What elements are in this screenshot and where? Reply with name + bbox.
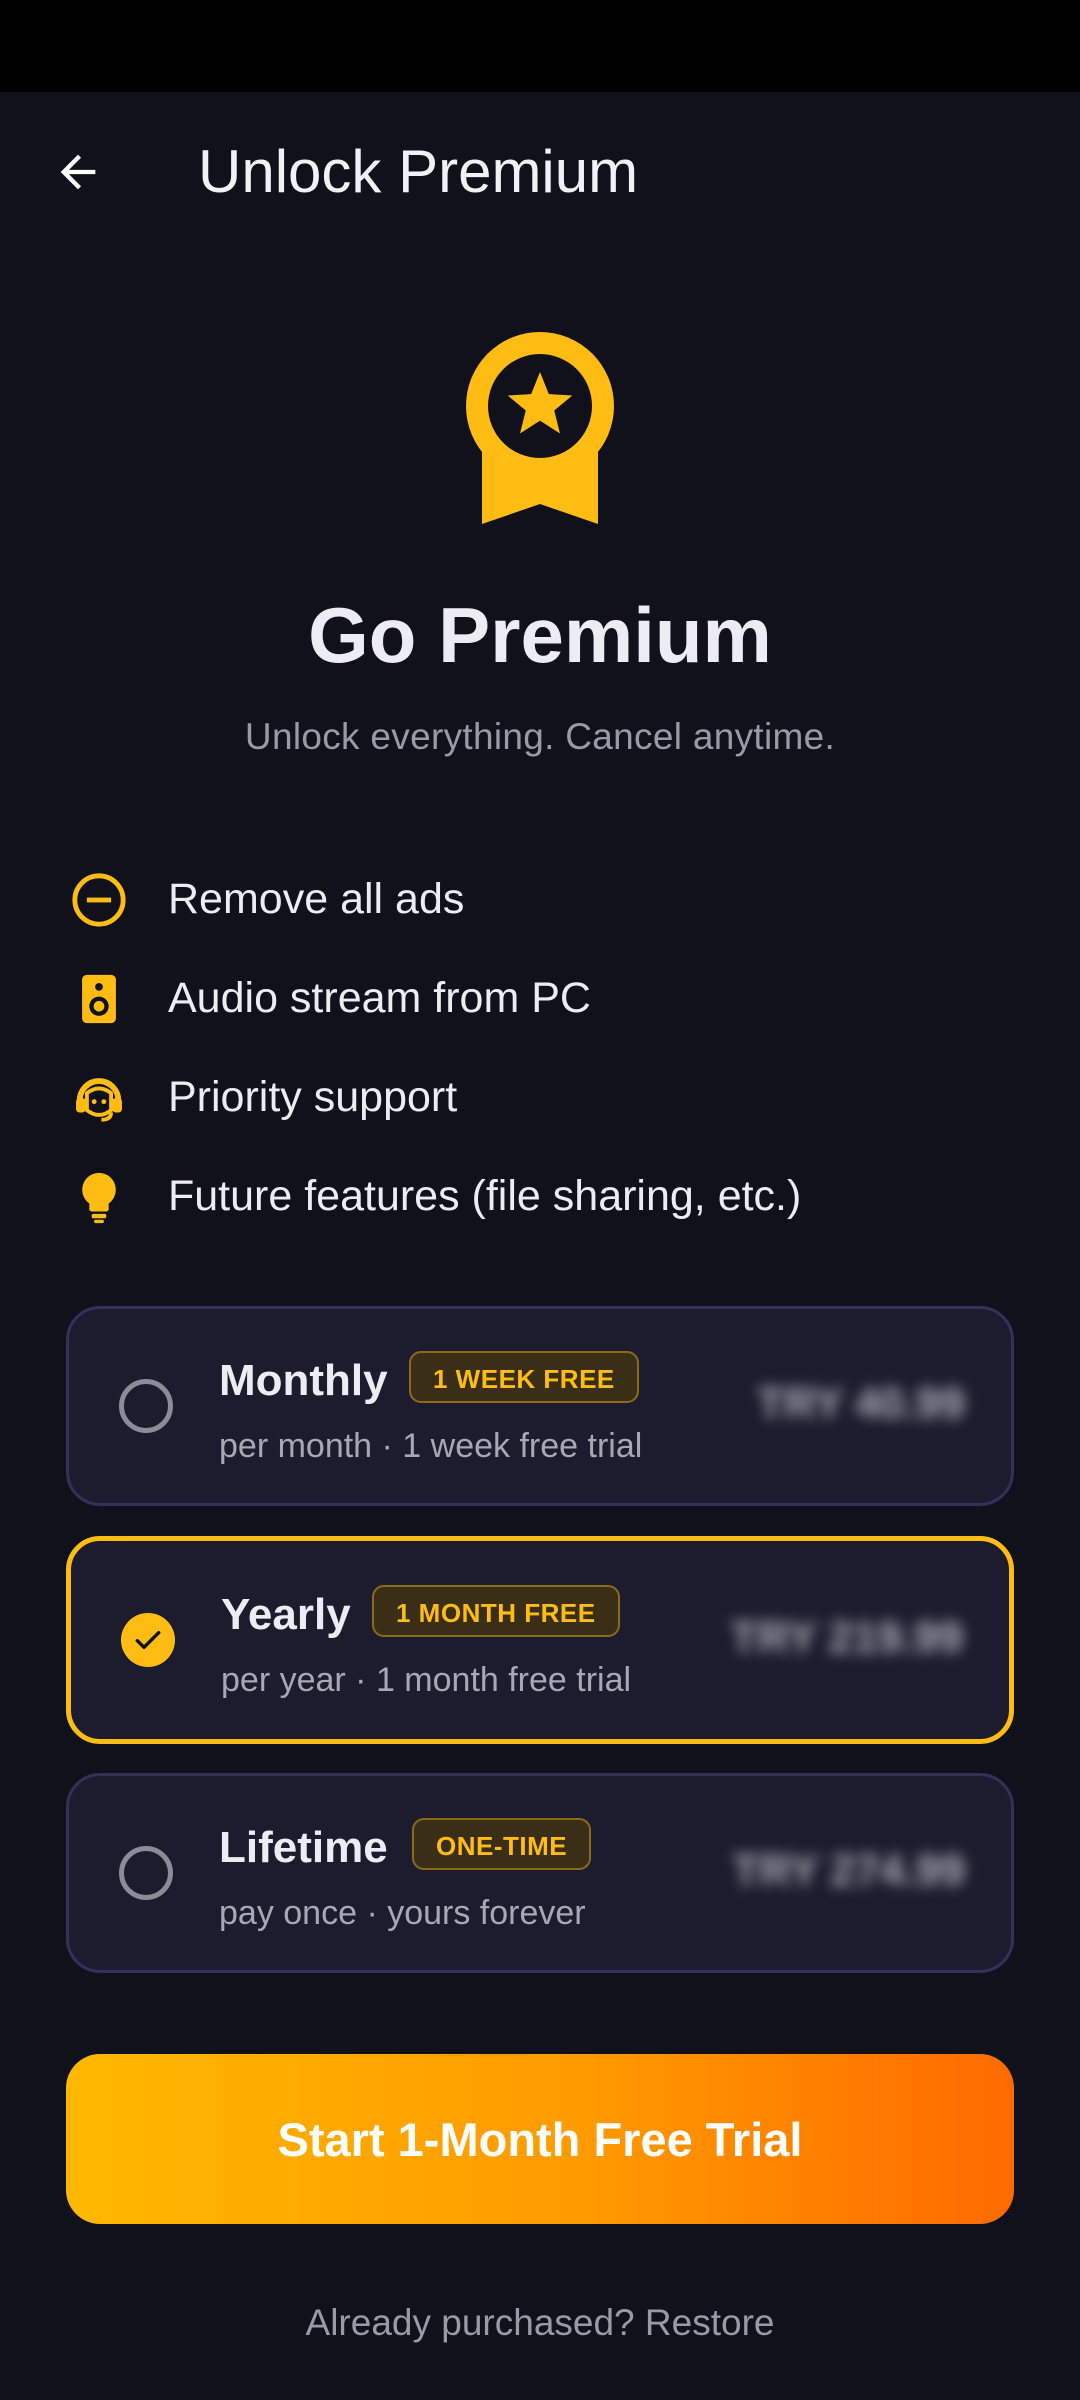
plan-price: TRY 40.99 (757, 1379, 965, 1428)
radio-unchecked-icon[interactable] (119, 1846, 173, 1900)
radio-checked-icon[interactable] (121, 1613, 175, 1667)
status-bar (0, 0, 1080, 92)
plan-description: pay once · yours forever (219, 1894, 586, 1932)
app-bar: Unlock Premium (0, 92, 1080, 242)
plan-option-lifetime[interactable]: Lifetime ONE-TIME pay once · yours forev… (66, 1773, 1014, 1973)
hero-subtitle: Unlock everything. Cancel anytime. (244, 716, 836, 757)
lightbulb-icon (66, 1164, 132, 1230)
feature-label: Remove all ads (168, 875, 465, 923)
feature-label: Audio stream from PC (168, 974, 591, 1022)
remove-circle-icon (66, 867, 132, 933)
plan-description: per month · 1 week free trial (219, 1427, 643, 1465)
plan-name: Yearly (221, 1590, 351, 1639)
feature-item: Priority support (66, 1048, 1026, 1147)
plan-price: TRY 274.99 (732, 1846, 965, 1895)
arrow-back-icon (60, 154, 96, 190)
plan-badge: ONE-TIME (412, 1818, 592, 1870)
feature-item: Remove all ads (66, 850, 1026, 949)
back-button[interactable] (38, 132, 118, 212)
speaker-icon (66, 966, 132, 1032)
plan-price: TRY 219.99 (730, 1613, 963, 1662)
check-icon (135, 1630, 161, 1650)
feature-item: Audio stream from PC (66, 949, 1026, 1048)
start-trial-button[interactable]: Start 1-Month Free Trial (66, 2054, 1014, 2224)
feature-item: Future features (file sharing, etc.) (66, 1147, 1026, 1246)
support-agent-icon (66, 1065, 132, 1131)
plan-name: Lifetime (219, 1823, 388, 1872)
plan-option-monthly[interactable]: Monthly 1 WEEK FREE per month · 1 week f… (66, 1306, 1014, 1506)
premium-badge-icon (466, 332, 614, 524)
page-title: Unlock Premium (198, 138, 639, 205)
feature-label: Priority support (168, 1073, 458, 1121)
plan-badge: 1 MONTH FREE (372, 1585, 620, 1637)
plan-badge: 1 WEEK FREE (409, 1351, 639, 1403)
restore-purchase-link[interactable]: Already purchased? Restore (0, 2302, 1080, 2344)
plan-option-yearly[interactable]: Yearly 1 MONTH FREE per year · 1 month f… (66, 1536, 1014, 1744)
feature-label: Future features (file sharing, etc.) (168, 1172, 802, 1220)
radio-unchecked-icon[interactable] (119, 1379, 173, 1433)
hero-title: Go Premium (308, 591, 772, 679)
plan-name: Monthly (219, 1356, 388, 1405)
plan-description: per year · 1 month free trial (221, 1661, 632, 1699)
feature-list: Remove all ads Audio stream from PC Prio… (66, 850, 1026, 1246)
